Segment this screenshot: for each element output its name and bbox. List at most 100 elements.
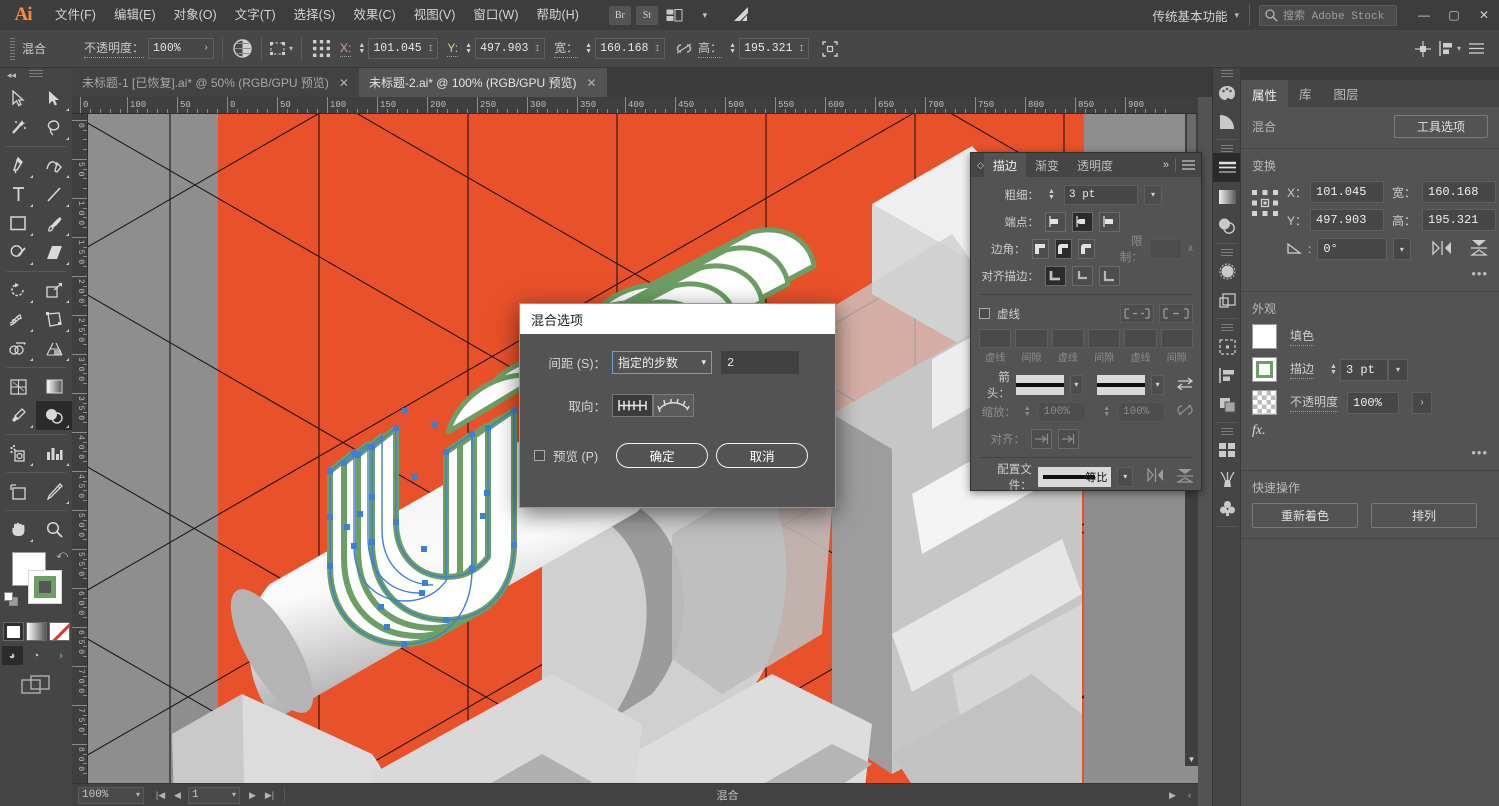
symbol-sprayer-tool[interactable] (0, 439, 36, 468)
shaper-tool[interactable] (0, 238, 36, 267)
minimize-button[interactable]: — (1409, 0, 1439, 30)
opacity-label[interactable]: 不透明度 (1290, 393, 1339, 412)
arrow-scale-end-stepper[interactable]: ▲ ▼ (1102, 405, 1112, 418)
fill-label[interactable]: 填色 (1290, 327, 1315, 346)
vertical-ruler[interactable]: 05 01 0 01 5 02 0 02 5 03 0 03 5 04 0 04… (72, 114, 88, 783)
stock-search-input[interactable]: 搜索 Adobe Stock (1259, 4, 1397, 26)
recolor-button[interactable]: 重新着色 (1252, 503, 1358, 528)
butt-cap-icon[interactable] (1045, 211, 1066, 232)
stroke-weight-stepper[interactable]: ▲ ▼ (1045, 188, 1058, 201)
transform-icon[interactable]: ▾ (270, 41, 293, 56)
chevron-down-icon[interactable]: ▾ (692, 3, 718, 27)
default-fill-stroke-icon[interactable] (4, 592, 19, 606)
gap-input-3[interactable] (1160, 329, 1193, 348)
mesh-tool[interactable] (0, 372, 36, 401)
spacing-chevron-down-icon[interactable]: ▾ (701, 357, 706, 368)
transform-more-options[interactable]: ••• (1252, 266, 1488, 281)
graphic-styles-panel-icon[interactable] (1213, 286, 1241, 315)
arrow-scale-start-input[interactable]: 100% (1038, 401, 1086, 422)
draw-normal-icon[interactable]: ◕ (1, 646, 23, 665)
link-broken-icon[interactable] (674, 42, 694, 55)
width-profile-select[interactable]: 等比 (1037, 466, 1112, 487)
opacity-input[interactable]: 100% (1347, 391, 1400, 414)
stock-button[interactable]: St (635, 5, 658, 25)
workspace-name[interactable]: 传统基本功能 (1152, 6, 1227, 25)
maximize-button[interactable]: ▢ (1439, 0, 1469, 30)
dash-align-icon[interactable] (1159, 304, 1193, 323)
gap-input-1[interactable] (1015, 329, 1048, 348)
align-to-page-icon[interactable] (612, 394, 653, 417)
flip-vertical-icon[interactable] (1469, 239, 1489, 259)
reference-point-icon[interactable] (310, 40, 332, 57)
width-profile-chevron-down-icon[interactable]: ▾ (1117, 466, 1133, 487)
projecting-cap-icon[interactable] (1099, 211, 1120, 232)
x-input[interactable]: 101.045 (1310, 181, 1384, 203)
dash-preserve-icon[interactable] (1120, 304, 1154, 323)
gradient-tool[interactable] (36, 372, 72, 401)
stroke-chevron-down-icon[interactable]: ▾ (1388, 358, 1409, 381)
solid-color-icon[interactable] (2, 622, 24, 641)
swatches-panel-icon[interactable] (1213, 436, 1241, 465)
angle-chevron-down-icon[interactable]: ▾ (1392, 238, 1412, 260)
zoom-chevron-down-icon[interactable]: ▾ (136, 790, 140, 800)
opacity-checker-icon[interactable] (1252, 390, 1277, 415)
artboard-chevron-down-icon[interactable]: ▾ (232, 790, 236, 800)
link-broken-icon[interactable] (1177, 403, 1193, 420)
column-graph-tool[interactable] (36, 439, 72, 468)
arrow-scale-start-stepper[interactable]: ▲ ▼ (1022, 405, 1032, 418)
flip-horizontal-icon[interactable] (1432, 239, 1452, 259)
paintbrush-tool[interactable] (36, 209, 72, 238)
angle-input[interactable]: 0° (1317, 238, 1387, 260)
tab-layers[interactable]: 图层 (1323, 80, 1370, 107)
gradient-icon[interactable] (25, 622, 47, 641)
dash-input-1[interactable] (979, 329, 1012, 348)
swap-arrows-icon[interactable] (1176, 376, 1194, 393)
tab-transparency[interactable]: 透明度 (1068, 153, 1122, 177)
width-tool[interactable] (0, 305, 36, 334)
preview-checkbox[interactable] (534, 450, 545, 461)
brushes-panel-icon[interactable] (1213, 465, 1241, 494)
color-panel-icon[interactable] (1213, 78, 1241, 107)
zoom-tool[interactable] (36, 515, 72, 544)
menu-file[interactable]: 文件(F) (46, 0, 105, 30)
menu-edit[interactable]: 编辑(E) (105, 0, 165, 30)
menu-type[interactable]: 文字(T) (226, 0, 285, 30)
align-outside-stroke-icon[interactable] (1099, 265, 1120, 286)
stroke-panel-icon[interactable] (1213, 153, 1241, 182)
draw-behind-icon[interactable]: ◔ (26, 646, 47, 665)
close-icon[interactable]: ✕ (587, 76, 597, 90)
scale-tool[interactable] (36, 276, 72, 305)
pathfinder-panel-icon[interactable] (1213, 390, 1241, 419)
opacity-arrow-icon[interactable]: › (203, 43, 209, 54)
arrange-button[interactable]: 排列 (1371, 503, 1477, 528)
tab-libraries[interactable]: 库 (1288, 80, 1323, 107)
slice-tool[interactable] (36, 477, 72, 506)
extend-arrow-icon[interactable] (1031, 428, 1052, 449)
stroke-color-swatch[interactable] (1252, 357, 1277, 382)
artboard-tool[interactable] (0, 477, 36, 506)
cancel-button[interactable]: 取消 (716, 443, 809, 468)
round-cap-icon[interactable] (1072, 211, 1093, 232)
type-tool[interactable] (0, 180, 36, 209)
artboard-number-input[interactable]: 1 ▾ (188, 786, 240, 804)
transform-chevron-down-icon[interactable]: ▾ (289, 44, 293, 53)
hand-tool[interactable] (0, 515, 36, 544)
double-chevron-icon[interactable]: » (1163, 153, 1175, 177)
none-icon[interactable] (48, 622, 70, 641)
align-inside-stroke-icon[interactable] (1072, 265, 1093, 286)
spacing-select[interactable]: 指定的步数 ▾ (612, 351, 712, 374)
lasso-tool[interactable] (36, 113, 72, 142)
x-input[interactable]: 101.045 I (368, 38, 439, 59)
place-arrow-icon[interactable] (1058, 428, 1079, 449)
isolate-selection-icon[interactable] (819, 40, 841, 57)
recolor-artwork-icon[interactable] (231, 39, 253, 58)
control-bar-grip[interactable] (8, 37, 17, 60)
flip-horizontal-icon[interactable] (1147, 467, 1164, 485)
round-join-icon[interactable] (1054, 238, 1072, 259)
panel-menu-icon[interactable] (1176, 153, 1201, 177)
stroke-weight-input[interactable]: 3 pt (1064, 184, 1138, 205)
dashed-line-checkbox[interactable] (979, 308, 990, 319)
arrange-documents-icon[interactable] (662, 3, 688, 27)
draw-inside-icon[interactable]: ◑ (50, 646, 71, 665)
magic-wand-tool[interactable] (0, 113, 36, 142)
